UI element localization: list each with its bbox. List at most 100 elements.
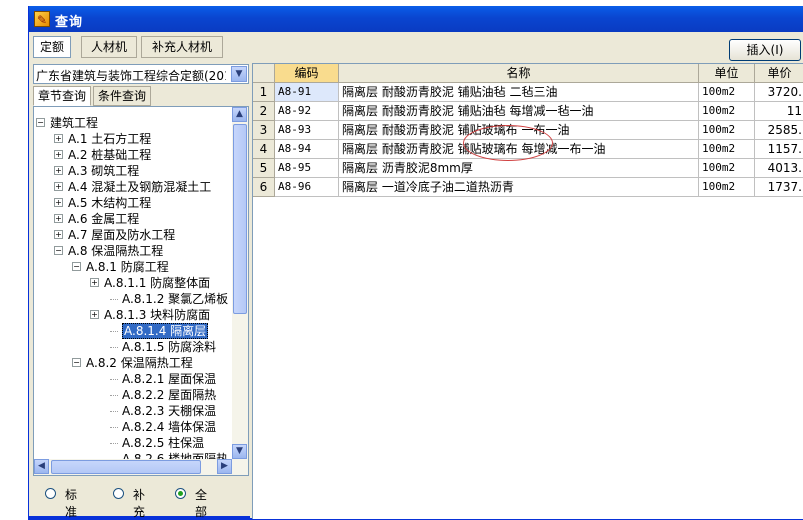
tree-item[interactable]: + A.8.1.1 防腐整体面	[34, 275, 232, 291]
tree-item-label: A.8.1.2 聚氯乙烯板	[122, 292, 229, 306]
tree-horizontal-scrollbar[interactable]: ◀ ▶	[34, 459, 248, 475]
column-header-name[interactable]: 名称	[339, 64, 699, 83]
tree-item[interactable]: − 建筑工程	[34, 115, 232, 131]
collapse-icon[interactable]: −	[54, 246, 63, 255]
title-bar[interactable]: ✎ 查询	[29, 6, 803, 32]
tree-item-label: A.8.1.1 防腐整体面	[104, 276, 211, 290]
expand-icon[interactable]: +	[54, 182, 63, 191]
row-index: 4	[253, 140, 275, 159]
grid-corner	[253, 64, 275, 83]
cell-unit: 100m2	[699, 178, 755, 197]
tab-chapter-query[interactable]: 章节查询	[33, 86, 91, 106]
tab-supplementary-lmm[interactable]: 补充人材机	[141, 36, 223, 58]
app-icon: ✎	[34, 11, 50, 27]
cell-unit: 100m2	[699, 83, 755, 102]
column-header-price[interactable]: 单价	[755, 64, 803, 83]
cell-code: A8-95	[275, 159, 339, 178]
expand-icon[interactable]: +	[54, 134, 63, 143]
tab-condition-query[interactable]: 条件查询	[93, 86, 151, 106]
expand-icon[interactable]: +	[90, 278, 99, 287]
scroll-left-icon[interactable]: ◀	[34, 459, 49, 474]
column-header-unit[interactable]: 单位	[699, 64, 755, 83]
row-index: 2	[253, 102, 275, 121]
cell-name: 隔离层 耐酸沥青胶泥 铺贴油毡 每增减一毡一油	[339, 102, 699, 121]
cell-price: 11	[755, 102, 803, 121]
tree-item[interactable]: A.8.2.1 屋面保温	[34, 371, 232, 387]
quota-library-select[interactable]: 广东省建筑与装饰工程综合定额(201 ▼	[33, 64, 249, 84]
window-title: 查询	[55, 15, 84, 30]
row-index: 5	[253, 159, 275, 178]
tree-item[interactable]: − A.8 保温隔热工程	[34, 243, 232, 259]
tree-item-label: A.8.1 防腐工程	[86, 260, 169, 274]
tab-quota[interactable]: 定额	[33, 36, 71, 58]
tree-item[interactable]: + A.6 金属工程	[34, 211, 232, 227]
tree-item-label: A.7 屋面及防水工程	[68, 228, 176, 242]
collapse-icon[interactable]: −	[72, 358, 81, 367]
insert-button[interactable]: 插入(I)	[729, 39, 801, 61]
tree-item-label: A.8.1.4 隔离层	[122, 323, 209, 339]
collapse-icon[interactable]: −	[72, 262, 81, 271]
tree-item[interactable]: + A.8.1.3 块料防腐面	[34, 307, 232, 323]
tree-item[interactable]: A.8.2.3 天棚保温	[34, 403, 232, 419]
tree-item[interactable]: + A.2 桩基础工程	[34, 147, 232, 163]
tree-connector	[110, 427, 118, 428]
tree-item-label: A.2 桩基础工程	[68, 148, 152, 162]
radio-all[interactable]	[175, 488, 186, 499]
expand-icon[interactable]: +	[54, 198, 63, 207]
tree-item[interactable]: A.8.2.2 屋面隔热	[34, 387, 232, 403]
radio-supplement-label: 补充	[133, 488, 146, 519]
quota-result-grid: 编码 名称 单位 单价 1 A8-91 隔离层 耐酸沥青胶泥 铺贴油毡 二毡三油 10…	[252, 63, 803, 519]
tree-item-label: A.5 木结构工程	[68, 196, 152, 210]
tree-item[interactable]: A.8.1.2 聚氯乙烯板	[34, 291, 232, 307]
cell-name: 隔离层 耐酸沥青胶泥 铺贴油毡 二毡三油	[339, 83, 699, 102]
expand-icon[interactable]: +	[54, 166, 63, 175]
tree-vertical-scroll-thumb[interactable]	[233, 124, 247, 314]
cell-code: A8-91	[275, 83, 339, 102]
tree-item[interactable]: A.8.1.5 防腐涂料	[34, 339, 232, 355]
tree-item-label: A.1 土石方工程	[68, 132, 152, 146]
tree-connector	[110, 443, 118, 444]
chevron-down-icon[interactable]: ▼	[231, 66, 247, 82]
column-header-code[interactable]: 编码	[275, 64, 339, 83]
tree-item-label: A.8.1.3 块料防腐面	[104, 308, 211, 322]
tree-item-label: A.8.2.5 柱保温	[122, 436, 205, 450]
query-window: ✎ 查询 定额 人材机 补充人材机 插入(I) 广东省建筑与装饰工程综合定额(2…	[28, 6, 803, 520]
tree-item[interactable]: + A.5 木结构工程	[34, 195, 232, 211]
tree-item[interactable]: A.8.1.4 隔离层	[34, 323, 232, 339]
chapter-tree[interactable]: − 建筑工程 + A.1 土石方工程 + A.2 桩基础工程 + A.3 砌筑工程 + A.4 混…	[33, 106, 249, 476]
row-index: 1	[253, 83, 275, 102]
tree-item-label: A.8.2.1 屋面保温	[122, 372, 217, 386]
row-index: 6	[253, 178, 275, 197]
cell-price: 3720.	[755, 83, 803, 102]
radio-standard-label: 标准	[65, 488, 78, 519]
tree-item-label: A.3 砌筑工程	[68, 164, 140, 178]
quota-library-value: 广东省建筑与装饰工程综合定额(201	[36, 69, 226, 83]
tree-connector	[110, 347, 118, 348]
tree-item[interactable]: + A.4 混凝土及钢筋混凝土工	[34, 179, 232, 195]
expand-icon[interactable]: +	[54, 150, 63, 159]
expand-icon[interactable]: +	[54, 230, 63, 239]
scroll-up-icon[interactable]: ▲	[232, 107, 247, 122]
radio-standard[interactable]	[45, 488, 56, 499]
tree-item[interactable]: + A.3 砌筑工程	[34, 163, 232, 179]
tree-item[interactable]: A.8.2.4 墙体保温	[34, 419, 232, 435]
radio-supplement[interactable]	[113, 488, 124, 499]
tree-horizontal-scroll-thumb[interactable]	[51, 460, 201, 474]
scroll-down-icon[interactable]: ▼	[232, 444, 247, 459]
tree-vertical-scrollbar[interactable]: ▲ ▼	[232, 107, 248, 459]
tab-labor-material-machine[interactable]: 人材机	[81, 36, 137, 58]
cell-name: 隔离层 耐酸沥青胶泥 铺贴玻璃布 一布一油	[339, 121, 699, 140]
tree-item-label: A.4 混凝土及钢筋混凝土工	[68, 180, 212, 194]
scroll-right-icon[interactable]: ▶	[217, 459, 232, 474]
tree-item[interactable]: A.8.2.5 柱保温	[34, 435, 232, 451]
tree-item[interactable]: − A.8.1 防腐工程	[34, 259, 232, 275]
expand-icon[interactable]: +	[54, 214, 63, 223]
expand-icon[interactable]: +	[90, 310, 99, 319]
tree-item[interactable]: − A.8.2 保温隔热工程	[34, 355, 232, 371]
collapse-icon[interactable]: −	[36, 118, 45, 127]
tree-item[interactable]: + A.1 土石方工程	[34, 131, 232, 147]
tree-item[interactable]: + A.7 屋面及防水工程	[34, 227, 232, 243]
cell-code: A8-96	[275, 178, 339, 197]
cell-unit: 100m2	[699, 159, 755, 178]
cell-code: A8-93	[275, 121, 339, 140]
